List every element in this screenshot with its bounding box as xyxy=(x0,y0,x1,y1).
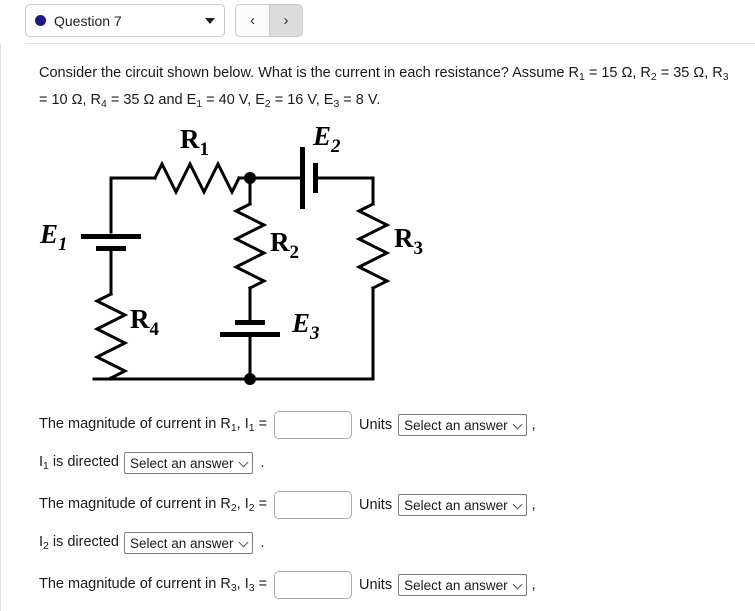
circuit-labels: R1 E2 E1 R2 R3 R4 E3 xyxy=(39,121,423,344)
answer-row-i1-direction: I1 is directed Select an answer . xyxy=(39,448,739,478)
chevron-down-icon xyxy=(240,459,248,467)
answer-label-i2: The magnitude of current in R2, I2 = xyxy=(39,496,268,514)
next-question-button[interactable]: › xyxy=(269,4,303,37)
sub-r3: 3 xyxy=(722,71,729,83)
i2-units-select-value: Select an answer xyxy=(404,497,508,513)
battery-e1 xyxy=(81,234,141,251)
i1-magnitude-input[interactable] xyxy=(274,411,353,439)
battery-e2 xyxy=(300,147,318,209)
answer-row-i1-magnitude: The magnitude of current in R1, I1 = Uni… xyxy=(39,410,739,440)
answer-label-i3: The magnitude of current in R3, I3 = xyxy=(39,576,268,594)
label-r2: R2 xyxy=(270,227,299,263)
battery-e1-negative-plate xyxy=(96,246,126,251)
question-text-line2-c: = 35 Ω and E xyxy=(106,91,197,108)
battery-e2-positive-plate xyxy=(300,147,305,209)
punct-comma: , xyxy=(531,497,536,513)
question-toolbar: Question 7 ‹ › xyxy=(0,0,755,44)
i1-direction-select-value: Select an answer xyxy=(129,455,234,471)
i1-units-select[interactable]: Select an answer xyxy=(398,414,527,436)
i3-magnitude-input[interactable] xyxy=(274,571,353,599)
question-prompt: Consider the circuit shown below. What i… xyxy=(39,62,739,116)
i1-units-select-value: Select an answer xyxy=(404,417,508,433)
question-text-line2-e: = 16 V, E xyxy=(270,91,334,108)
answer-row-i2-magnitude: The magnitude of current in R2, I2 = Uni… xyxy=(39,490,739,520)
i2-magnitude-input[interactable] xyxy=(274,491,353,519)
resistor-r3-zigzag xyxy=(355,201,391,291)
toolbar-divider xyxy=(25,43,755,44)
label-e1: E1 xyxy=(39,219,68,255)
direction-label-i1: I1 is directed xyxy=(39,454,119,472)
label-e2: E2 xyxy=(312,121,341,157)
circuit-wires xyxy=(92,160,391,381)
resistor-r2-zigzag xyxy=(232,201,268,291)
punct-comma: , xyxy=(531,417,536,433)
units-label-i3: Units xyxy=(359,577,393,593)
question-status-dot xyxy=(35,15,46,26)
previous-question-button[interactable]: ‹ xyxy=(235,4,269,37)
battery-e2-negative-plate xyxy=(313,163,318,193)
answer-row-i3-magnitude: The magnitude of current in R3, I3 = Uni… xyxy=(39,570,739,600)
question-text-line2-a: R xyxy=(712,65,723,81)
battery-e3-negative-plate xyxy=(235,320,265,325)
page-left-rule xyxy=(0,0,1,611)
question-selector-label: Question 7 xyxy=(54,12,122,29)
chevron-right-icon: › xyxy=(283,12,289,29)
junction-node-top xyxy=(244,172,256,184)
i3-units-select-value: Select an answer xyxy=(404,577,508,593)
junction-node-bottom xyxy=(244,373,256,385)
i3-units-select[interactable]: Select an answer xyxy=(398,574,527,596)
units-label-i1: Units xyxy=(359,417,393,433)
battery-e3-positive-plate xyxy=(220,332,280,337)
resistor-r1-zigzag xyxy=(152,160,242,196)
label-e3: E3 xyxy=(291,308,320,344)
chevron-down-icon xyxy=(514,421,522,429)
question-text-line2-d: = 40 V, E xyxy=(202,91,265,108)
circuit-diagram: R1 E2 E1 R2 R3 R4 E3 xyxy=(30,112,450,402)
chevron-down-icon xyxy=(514,581,522,589)
question-text-line1-b: = 15 Ω, R xyxy=(584,65,651,81)
punct-period: . xyxy=(260,535,265,551)
answer-label-i1: The magnitude of current in R1, I1 = xyxy=(39,416,268,434)
units-label-i2: Units xyxy=(359,497,393,513)
punct-period: . xyxy=(260,455,265,471)
punct-comma: , xyxy=(531,577,536,593)
i2-units-select[interactable]: Select an answer xyxy=(398,494,527,516)
chevron-down-icon xyxy=(240,539,248,547)
question-text-line1-c: = 35 Ω, xyxy=(656,65,709,81)
circuit-diagram-svg: R1 E2 E1 R2 R3 R4 E3 xyxy=(39,121,423,385)
resistor-r4-zigzag xyxy=(93,291,129,381)
battery-e3 xyxy=(220,320,280,337)
answer-form: The magnitude of current in R1, I1 = Uni… xyxy=(39,410,739,608)
i1-direction-select[interactable]: Select an answer xyxy=(123,452,253,474)
question-text-line2-f: = 8 V. xyxy=(339,91,381,108)
label-r3: R3 xyxy=(394,223,423,259)
i2-direction-select-value: Select an answer xyxy=(129,535,234,551)
direction-label-i2: I2 is directed xyxy=(39,534,119,552)
chevron-down-icon xyxy=(514,501,522,509)
i2-direction-select[interactable]: Select an answer xyxy=(123,532,253,554)
question-selector-dropdown[interactable]: Question 7 xyxy=(25,4,225,37)
label-r1: R1 xyxy=(180,124,209,160)
chevron-down-icon xyxy=(205,17,215,24)
answer-row-i2-direction: I2 is directed Select an answer . xyxy=(39,528,739,558)
question-text-line1-a: Consider the circuit shown below. What i… xyxy=(39,65,579,81)
battery-e1-positive-plate xyxy=(81,234,141,239)
label-r4: R4 xyxy=(130,304,160,340)
question-text-line2-b: = 10 Ω, R xyxy=(39,91,102,108)
chevron-left-icon: ‹ xyxy=(250,12,255,29)
